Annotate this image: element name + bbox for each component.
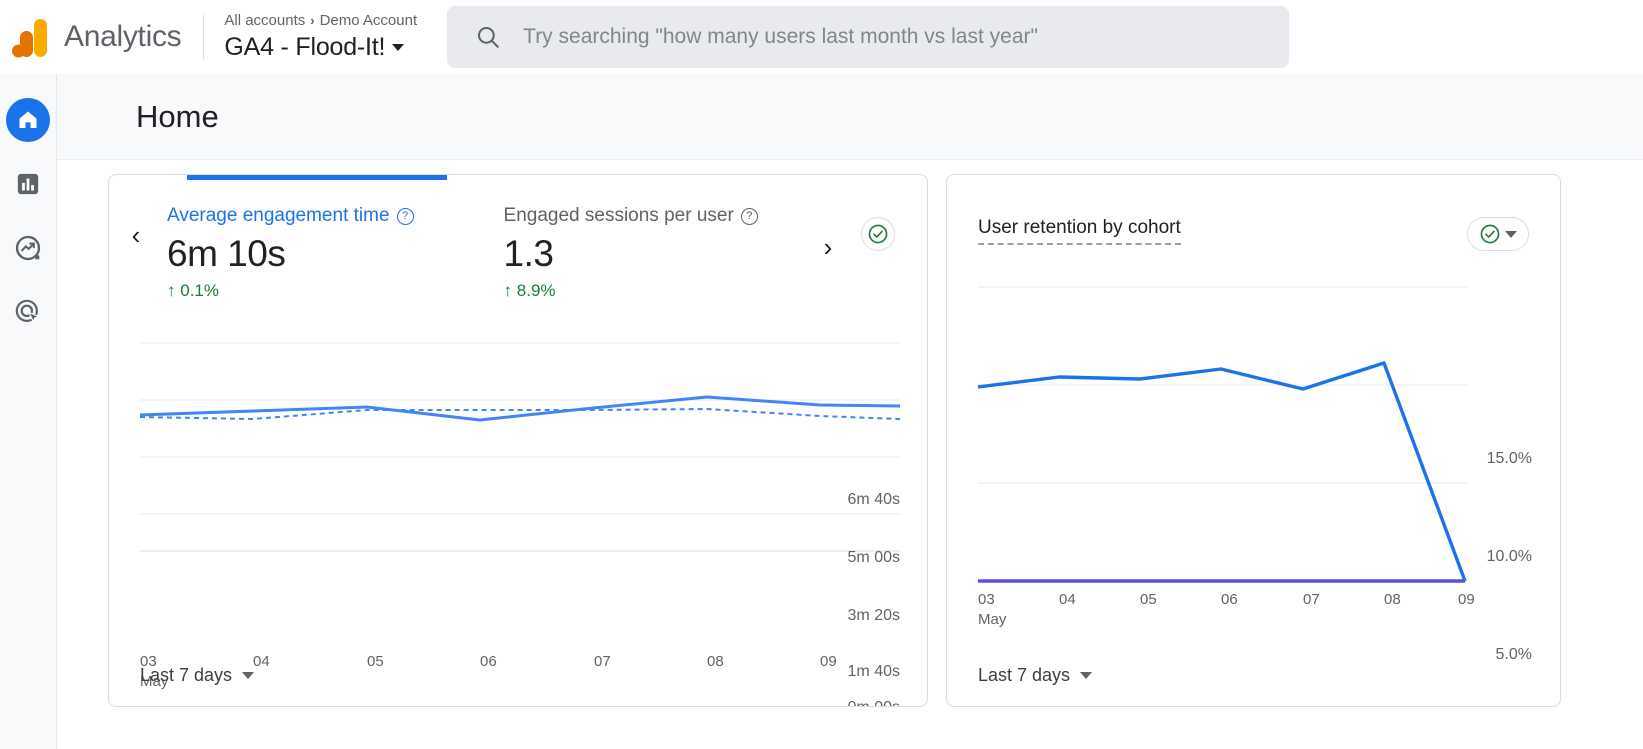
series-retention [978, 361, 1467, 582]
metric-average-engagement-time[interactable]: Average engagement time ? 6m 10s ↑ 0.1% [167, 205, 414, 301]
y-tick-label: 15.0% [1486, 450, 1532, 467]
x-tick-label: 04 [1059, 591, 1076, 608]
chart-legend: Average engagement time [140, 705, 350, 706]
page-title: Home [136, 98, 219, 134]
x-tick-label: 06 [1221, 591, 1238, 608]
google-analytics-logo [10, 15, 54, 59]
top-bar: Analytics All accounts › Demo Account GA… [0, 0, 1643, 74]
metric-delta: ↑ 0.1% [167, 281, 414, 301]
green-check-circle-icon [868, 224, 888, 244]
prev-metric-button[interactable]: ‹ [119, 205, 153, 265]
help-circle-icon[interactable]: ? [740, 207, 758, 225]
x-axis-month-label: May [978, 611, 1007, 628]
caret-down-icon [1080, 672, 1093, 679]
y-tick-label: 3m 20s [847, 607, 900, 624]
breadcrumb-all-accounts[interactable]: All accounts [224, 11, 305, 31]
legend-label: Average engagement time [163, 705, 350, 706]
gridlines [140, 342, 900, 552]
metric-label-text: Average engagement time [167, 205, 390, 226]
card-title[interactable]: User retention by cohort [978, 217, 1181, 245]
metric-engaged-sessions-per-user[interactable]: Engaged sessions per user ? 1.3 ↑ 8.9% [504, 205, 758, 301]
date-range-label: Last 7 days [978, 665, 1071, 685]
breadcrumb-account[interactable]: Demo Account [320, 11, 418, 31]
sidebar [0, 74, 57, 749]
retention-chart [978, 286, 1468, 583]
retention-card: User retention by cohort 15.0% 10.0% 5.0… [946, 174, 1561, 707]
brand-divider [203, 15, 205, 59]
sidebar-item-explore[interactable] [6, 226, 50, 270]
date-range-selector[interactable]: Last 7 days [140, 665, 255, 686]
property-name[interactable]: GA4 - Flood-It! [224, 31, 417, 63]
x-tick-label: 04 [253, 653, 270, 670]
sidebar-item-advertising[interactable] [6, 290, 50, 334]
explore-icon [15, 235, 41, 261]
brand-name: Analytics [64, 20, 182, 53]
y-tick-label: 1m 40s [847, 663, 900, 680]
metric-value: 6m 10s [167, 233, 286, 274]
caret-down-icon [1505, 230, 1517, 238]
property-label: GA4 - Flood-It! [224, 33, 386, 61]
metric-label: Average engagement time ? [167, 205, 414, 227]
help-circle-icon[interactable]: ? [396, 207, 414, 225]
next-metric-button[interactable]: › [811, 217, 845, 277]
delta-arrow-up-icon: ↑ [503, 281, 513, 300]
y-tick-label: 10.0% [1486, 548, 1532, 565]
date-range-label: Last 7 days [140, 665, 233, 685]
x-tick-label: 08 [707, 653, 724, 670]
main-content: Home ‹ Average engagement time ? 6m 10s … [57, 74, 1643, 749]
y-tick-label: 5m 00s [847, 549, 900, 566]
metric-label: Engaged sessions per user ? [504, 205, 758, 227]
metric-delta: ↑ 8.9% [504, 281, 758, 301]
sidebar-item-home[interactable] [6, 98, 50, 142]
x-tick-label: 06 [480, 653, 497, 670]
metric-list: Average engagement time ? 6m 10s ↑ 0.1% … [167, 205, 758, 301]
caret-down-icon [392, 43, 405, 51]
x-tick-label: 07 [1303, 591, 1320, 608]
y-tick-label: 0m 00s [848, 699, 900, 706]
y-tick-label: 5.0% [1495, 646, 1532, 663]
engagement-card: ‹ Average engagement time ? 6m 10s ↑ 0.1… [108, 174, 928, 707]
breadcrumb: All accounts › Demo Account [224, 11, 417, 31]
delta-value: 0.1% [180, 281, 219, 300]
metric-value: 1.3 [503, 233, 554, 274]
x-tick-label: 05 [1140, 591, 1157, 608]
search-input[interactable]: Try searching "how many users last month… [447, 6, 1290, 68]
home-icon [19, 111, 37, 128]
search-icon [478, 26, 499, 48]
engagement-chart [140, 342, 900, 552]
x-tick-label: 09 [1458, 591, 1475, 608]
x-tick-label: 05 [367, 653, 384, 670]
chevron-right-icon: › [310, 13, 315, 28]
selected-metric-accent-bar [187, 175, 447, 180]
advertising-target-icon [15, 299, 41, 324]
card-grid: ‹ Average engagement time ? 6m 10s ↑ 0.1… [57, 160, 1643, 707]
green-check-circle-icon [1480, 224, 1500, 244]
date-range-selector[interactable]: Last 7 days [978, 665, 1093, 686]
caret-down-icon [242, 672, 255, 679]
x-tick-label: 03 [978, 591, 995, 608]
page-header: Home [57, 74, 1643, 160]
delta-value: 8.9% [516, 281, 556, 300]
x-tick-label: 09 [820, 653, 837, 670]
sidebar-item-reports[interactable] [6, 162, 50, 206]
metric-label-text: Engaged sessions per user [503, 205, 734, 226]
account-selector[interactable]: All accounts › Demo Account GA4 - Flood-… [224, 11, 417, 63]
metric-row: ‹ Average engagement time ? 6m 10s ↑ 0.1… [109, 175, 927, 301]
status-badge[interactable] [861, 217, 895, 251]
y-tick-label: 6m 40s [847, 491, 900, 508]
delta-arrow-up-icon: ↑ [167, 281, 176, 300]
status-badge[interactable] [1467, 217, 1529, 251]
x-tick-label: 07 [594, 653, 611, 670]
search-placeholder: Try searching "how many users last month… [523, 25, 1038, 48]
bar-chart-icon [17, 173, 39, 195]
gridlines [978, 286, 1468, 582]
x-tick-label: 08 [1384, 591, 1401, 608]
